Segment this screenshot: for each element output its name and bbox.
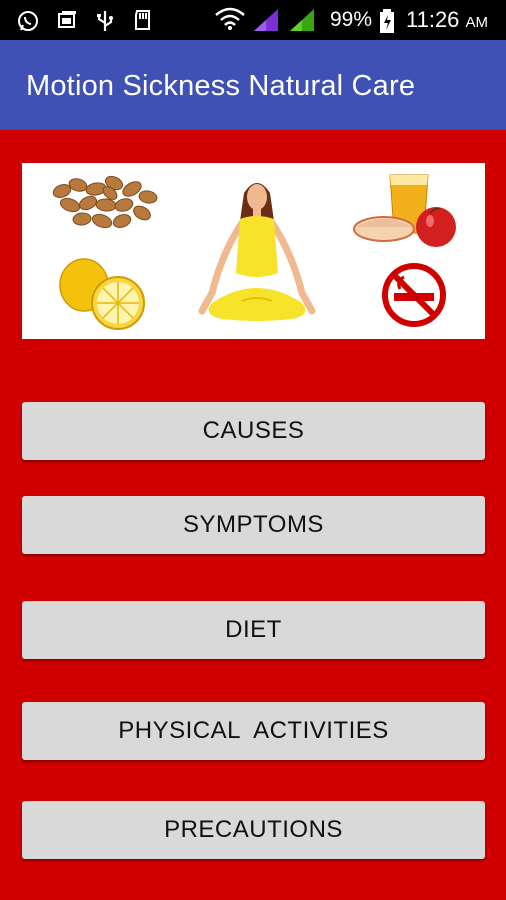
clock-ampm: AM bbox=[465, 14, 489, 31]
lemon-icon bbox=[59, 258, 145, 330]
app-bar: Motion Sickness Natural Care bbox=[0, 40, 506, 130]
diet-button[interactable]: DIET bbox=[22, 601, 485, 659]
clock-time: 11:26 bbox=[406, 7, 460, 32]
banner-image bbox=[22, 163, 485, 339]
whatsapp-icon bbox=[18, 11, 38, 31]
no-smoking-icon bbox=[382, 263, 446, 327]
clock: 11:26 AM bbox=[406, 7, 488, 33]
app-title: Motion Sickness Natural Care bbox=[26, 70, 416, 102]
causes-button[interactable]: CAUSES bbox=[22, 402, 485, 460]
wifi-icon bbox=[215, 7, 245, 30]
status-bar: 99% 11:26 AM bbox=[0, 0, 506, 40]
physical-activities-button[interactable]: PHYSICAL ACTIVITIES bbox=[22, 702, 485, 760]
usb-icon bbox=[97, 11, 113, 31]
gallery-icon bbox=[58, 11, 76, 28]
signal-icon bbox=[254, 9, 278, 31]
signal-icon bbox=[290, 9, 314, 31]
sd-card-icon bbox=[135, 10, 150, 30]
precautions-button[interactable]: PRECAUTIONS bbox=[22, 801, 485, 859]
battery-icon bbox=[380, 9, 394, 33]
symptoms-button[interactable]: SYMPTOMS bbox=[22, 496, 485, 554]
yoga-woman-icon bbox=[198, 183, 316, 321]
apple-juice-icon bbox=[353, 174, 456, 247]
almonds-icon bbox=[52, 175, 158, 229]
battery-percentage: 99% bbox=[330, 8, 373, 31]
